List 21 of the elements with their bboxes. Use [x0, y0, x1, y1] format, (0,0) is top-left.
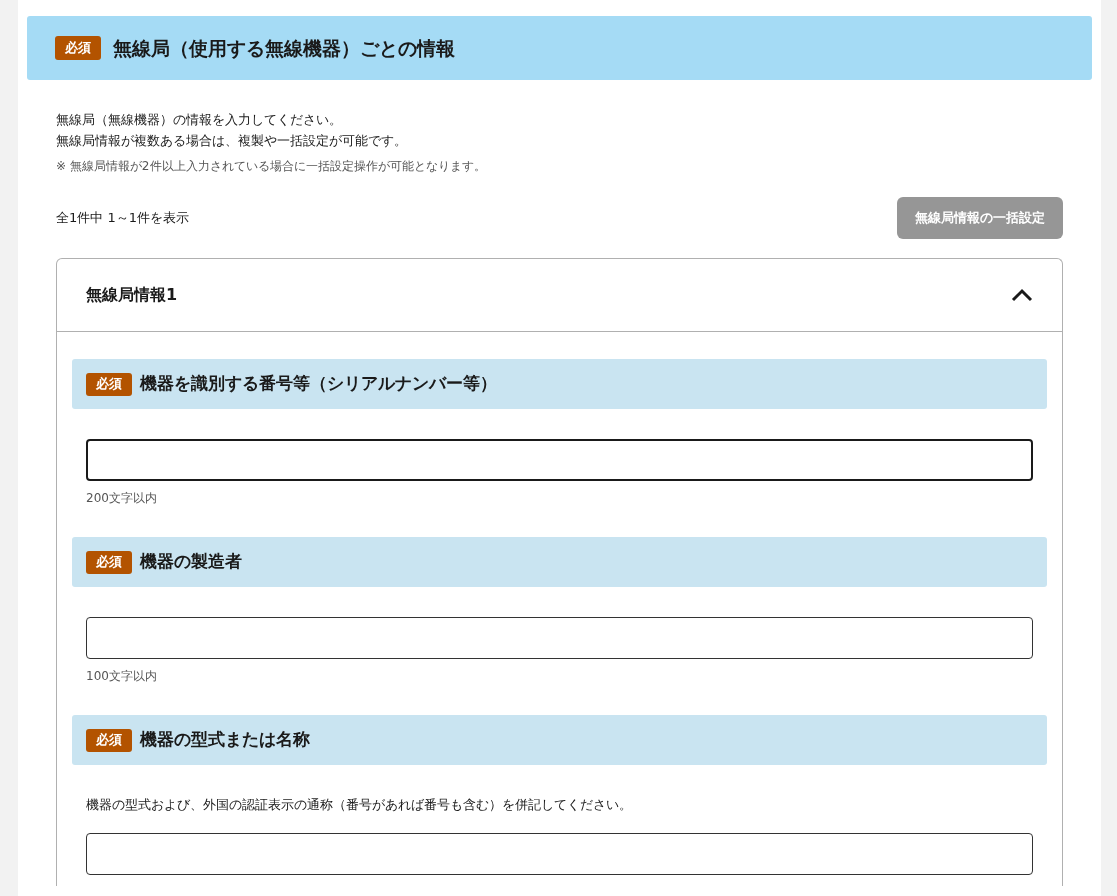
character-limit-hint: 200文字以内	[86, 490, 157, 507]
intro-text: 無線局情報が複数ある場合は、複製や一括設定が可能です。	[56, 132, 407, 150]
text-input[interactable]	[86, 832, 1033, 875]
chevron-up-icon[interactable]	[1011, 288, 1033, 302]
required-badge: 必須	[86, 372, 132, 396]
result-count: 全1件中 1～1件を表示	[56, 209, 189, 228]
field-label: 機器を識別する番号等（シリアルナンバー等）	[140, 372, 497, 396]
card-header[interactable]: 無線局情報1	[57, 259, 1062, 332]
required-badge: 必須	[55, 36, 101, 60]
text-input[interactable]	[86, 439, 1033, 481]
required-badge: 必須	[86, 728, 132, 752]
character-limit-hint: 100文字以内	[86, 668, 157, 685]
field-label: 機器の製造者	[140, 550, 242, 574]
field-label: 機器の型式または名称	[140, 728, 310, 752]
field-description: 機器の型式および、外国の認証表示の通称（番号があれば番号も含む）を併記してください。	[86, 796, 632, 814]
card-title: 無線局情報1	[86, 284, 178, 306]
required-badge: 必須	[86, 550, 132, 574]
note-text: ※ 無線局情報が2件以上入力されている場合に一括設定操作が可能となります。	[56, 158, 486, 175]
intro-text: 無線局（無線機器）の情報を入力してください。	[56, 111, 342, 129]
section-title: 無線局（使用する無線機器）ごとの情報	[113, 35, 455, 61]
text-input[interactable]	[86, 617, 1033, 659]
